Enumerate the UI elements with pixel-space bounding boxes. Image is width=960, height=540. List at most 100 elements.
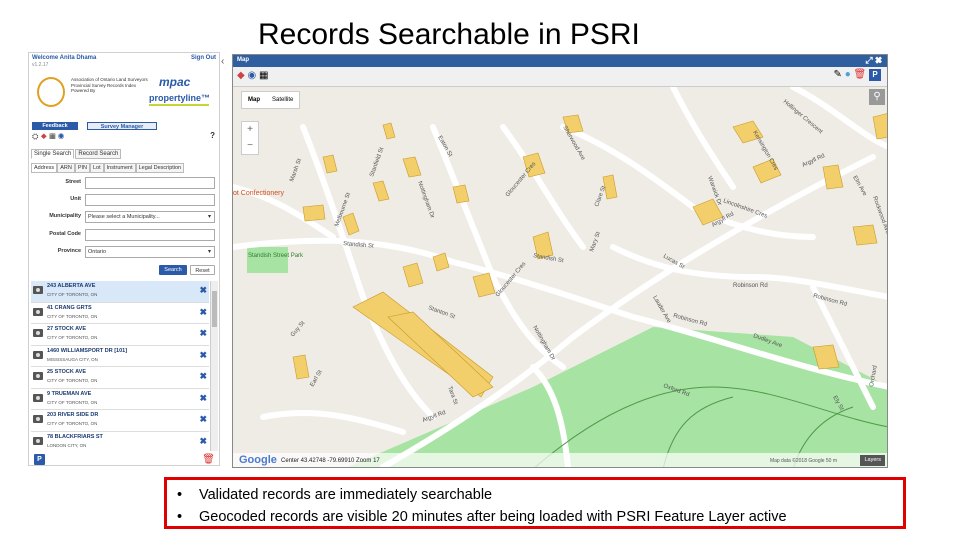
map-titlebar: Map ⤢ ✖ (233, 55, 887, 67)
list-item[interactable]: 41 CRANG GRTS CITY OF TORONTO, ON ✖ (31, 302, 209, 324)
camera-icon[interactable] (33, 350, 43, 359)
close-icon[interactable]: ✖ (199, 371, 207, 382)
globe-icon[interactable]: ◉ (58, 132, 64, 141)
list-item[interactable]: 25 STOCK AVE CITY OF TORONTO, ON ✖ (31, 367, 209, 389)
zoom-control: + − (241, 121, 259, 155)
postal-code-label: Postal Code (49, 231, 81, 237)
map-canvas[interactable]: Argyll Rd Argyll Rd Argyll Rd Standish S… (233, 87, 888, 468)
results-scrollbar[interactable] (210, 281, 218, 451)
tab-legal-description[interactable]: Legal Description (135, 163, 185, 173)
search-panel: Welcome Anita Dhama v1.2.17 Sign Out Ass… (28, 52, 220, 466)
center-readout: Center 43.42748 -79.69910 Zoom 17 (281, 458, 380, 464)
trash-icon[interactable]: 🗑 (202, 454, 215, 465)
poi-label: ot Confectionery (233, 190, 284, 197)
map-window: Map ⤢ ✖ ◆ ◉ ▦ ✎ ● 🗑 P Argyll Rd Argyll R… (232, 54, 888, 468)
sign-out-link[interactable]: Sign Out (191, 55, 216, 61)
bubble-icon[interactable]: ● (845, 69, 851, 80)
park-label: Standish Street Park (248, 253, 304, 259)
street-row: Street (31, 177, 217, 189)
province-label: Province (57, 248, 81, 254)
trash-icon[interactable]: 🗑 (854, 69, 867, 80)
measure-icon[interactable]: ✎ (834, 69, 842, 80)
psri-p-icon[interactable]: P (34, 454, 45, 465)
psri-p-icon[interactable]: P (869, 69, 881, 81)
tab-address[interactable]: Address (31, 163, 58, 173)
postal-code-row: Postal Code (31, 229, 217, 241)
close-icon[interactable]: ✖ (199, 350, 207, 361)
camera-icon[interactable] (33, 436, 43, 445)
eraser-icon[interactable]: ◆ (41, 132, 47, 141)
postal-code-input[interactable] (85, 229, 215, 241)
welcome-text: Welcome Anita Dhama (32, 55, 97, 61)
close-icon[interactable]: ✖ (199, 307, 207, 318)
search-button[interactable]: Search (159, 265, 187, 275)
tab-pin[interactable]: PIN (74, 163, 90, 173)
list-item[interactable]: 78 BLACKFRIARS ST LONDON CITY, ON ✖ (31, 431, 209, 451)
close-icon[interactable]: ✖ (199, 414, 207, 425)
help-icon[interactable]: ? (210, 131, 215, 140)
google-logo: Google (239, 454, 277, 466)
map-type-map[interactable]: Map (242, 92, 266, 108)
camera-icon[interactable] (33, 393, 43, 402)
layers-icon[interactable]: ⛭ (32, 132, 38, 141)
standish-park (247, 247, 288, 273)
tab-record-search[interactable]: Record Search (75, 149, 122, 159)
unit-row: Unit (31, 194, 217, 206)
camera-icon[interactable] (33, 372, 43, 380)
eraser-icon[interactable]: ◆ (237, 70, 245, 81)
expand-icon[interactable]: ⤢ (865, 55, 872, 65)
zoom-in-button[interactable]: + (242, 122, 258, 138)
propertyline-logo: propertyline™ (149, 93, 210, 106)
camera-icon[interactable] (33, 415, 43, 423)
camera-icon[interactable] (33, 329, 43, 337)
municipality-label: Municipality (49, 213, 81, 219)
note-item: Validated records are immediately search… (175, 484, 895, 506)
table-icon[interactable]: ▦ (49, 132, 55, 141)
reset-button[interactable]: Reset (190, 265, 215, 275)
camera-icon[interactable] (33, 307, 43, 316)
tab-lot[interactable]: Lot (89, 163, 104, 173)
province-select[interactable]: Ontario (85, 246, 215, 258)
list-item[interactable]: 203 RIVER SIDE DR CITY OF TORONTO, ON ✖ (31, 410, 209, 432)
map-type-satellite[interactable]: Satellite (266, 92, 299, 108)
close-icon[interactable]: ✖ (199, 328, 207, 339)
slide-title: Records Searchable in PSRI (258, 18, 640, 51)
results-list: 243 ALBERTA AVE CITY OF TORONTO, ON ✖ 41 C… (31, 281, 209, 451)
zoom-out-button[interactable]: − (242, 138, 258, 154)
assoc-text: Association of Ontario Land Surveyors Pr… (71, 77, 148, 94)
toolbar-icons: ⛭ ◆ ▦ ◉ (32, 132, 64, 142)
tab-instrument[interactable]: Instrument (103, 163, 136, 173)
close-icon[interactable]: ✖ (199, 436, 207, 447)
camera-icon[interactable] (33, 286, 43, 294)
tab-single-search[interactable]: Single Search (31, 149, 75, 159)
globe-icon[interactable]: ◉ (247, 70, 256, 81)
aols-logo-icon (37, 77, 65, 107)
list-item[interactable]: 243 ALBERTA AVE CITY OF TORONTO, ON ✖ (31, 281, 209, 303)
scrollbar-thumb[interactable] (212, 291, 217, 327)
street-input[interactable] (85, 177, 215, 189)
unit-input[interactable] (85, 194, 215, 206)
close-icon[interactable]: ✖ (199, 393, 207, 404)
tab-arn[interactable]: ARN (57, 163, 75, 173)
list-item[interactable]: 27 STOCK AVE CITY OF TORONTO, ON ✖ (31, 324, 209, 346)
close-icon[interactable]: ✖ (199, 285, 207, 296)
notes-box: Validated records are immediately search… (164, 477, 906, 529)
map-attribution: Map data ©2018 Google 50 m (769, 458, 837, 464)
table-icon[interactable]: ▦ (259, 70, 268, 81)
close-icon[interactable]: ✖ (875, 55, 882, 65)
list-item[interactable]: 1460 WILLIAMSPORT DR [101] MISSISSAUGA CI… (31, 345, 209, 367)
mpac-logo: mpac (159, 75, 191, 89)
list-item[interactable]: 9 TRUEMAN AVE CITY OF TORONTO, ON ✖ (31, 388, 209, 410)
magnify-icon[interactable]: ⚲ (869, 89, 885, 105)
note-item: Geocoded records are visible 20 minutes … (175, 506, 895, 528)
map-toolbar: ◆ ◉ ▦ ✎ ● 🗑 P (233, 67, 887, 87)
search-type-tabs: Single Search Record Search (31, 149, 122, 159)
municipality-select[interactable]: Please select a Municipality... (85, 211, 215, 223)
survey-manager-tab[interactable]: Survey Manager (87, 122, 157, 130)
map-title: Map (237, 57, 249, 63)
layers-button[interactable]: Layers (860, 455, 885, 466)
collapse-panel-icon[interactable]: ‹ (221, 56, 224, 67)
parcel (852, 224, 878, 246)
feedback-tab[interactable]: Feedback (32, 122, 78, 130)
province-row: Province Ontario (31, 246, 217, 258)
